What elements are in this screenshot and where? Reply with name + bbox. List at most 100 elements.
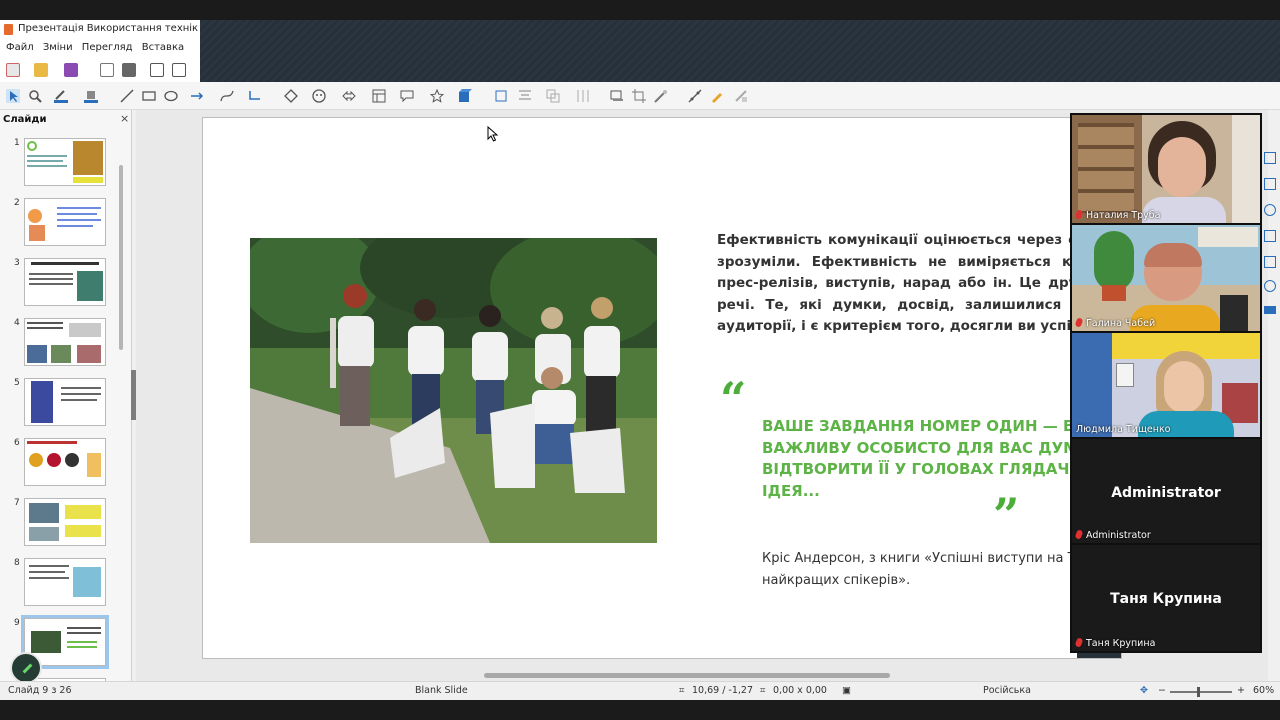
star-shapes-icon[interactable]: [430, 89, 444, 103]
participant-name: Наталия Труба: [1074, 209, 1160, 221]
connector-icon[interactable]: [248, 89, 262, 103]
close-pane-icon[interactable]: ×: [120, 112, 129, 125]
print-icon[interactable]: [122, 63, 136, 77]
slide-thumbnail-7[interactable]: [24, 498, 106, 546]
annotate-pen-button[interactable]: [10, 652, 42, 684]
fill-color-icon[interactable]: [84, 89, 98, 103]
rotate-icon[interactable]: [494, 89, 508, 103]
fit-slide-icon[interactable]: ✥: [1140, 685, 1148, 696]
menu-view[interactable]: Перегляд: [82, 38, 133, 58]
slide-number: 7: [14, 498, 20, 508]
open-folder-icon[interactable]: [34, 63, 48, 77]
master-slides-icon[interactable]: [1264, 230, 1276, 242]
opening-quote-mark: “: [720, 372, 747, 426]
zoom-slider-thumb[interactable]: [1197, 687, 1200, 697]
slide-number: 6: [14, 438, 20, 448]
object-size: 0,00 x 0,00: [773, 685, 827, 696]
arrange-icon[interactable]: [546, 89, 560, 103]
copy-icon[interactable]: [172, 63, 186, 77]
participant-tile[interactable]: Administrator Administrator: [1072, 439, 1260, 543]
shadow-icon[interactable]: [610, 89, 624, 103]
arrow-line-icon[interactable]: [190, 89, 204, 103]
export-pdf-icon[interactable]: [100, 63, 114, 77]
animation-icon[interactable]: [1264, 204, 1276, 216]
slide-layout-name: Blank Slide: [415, 685, 468, 696]
glue-points-icon[interactable]: [710, 89, 724, 103]
align-icon[interactable]: [518, 89, 532, 103]
curve-tool-icon[interactable]: [220, 89, 234, 103]
basic-shapes-icon[interactable]: [284, 89, 298, 103]
bottom-black-bar: [0, 700, 1280, 720]
participant-tile[interactable]: Наталия Труба: [1072, 115, 1260, 223]
properties-icon[interactable]: [1264, 152, 1276, 164]
slide-thumbnail-5[interactable]: [24, 378, 106, 426]
select-arrow-icon[interactable]: [6, 89, 20, 103]
slide-9[interactable]: Ефективність комунікації оцінюється чере…: [202, 117, 1122, 659]
slide-number: 5: [14, 378, 20, 388]
ellipse-tool-icon[interactable]: [164, 89, 178, 103]
muted-mic-icon: [1074, 637, 1084, 648]
participant-name: Галина Чабей: [1074, 317, 1155, 329]
participant-display-name: Таня Крупина: [1110, 591, 1222, 607]
points-icon[interactable]: [688, 89, 702, 103]
impress-app-icon: [4, 24, 13, 35]
symbol-shapes-icon[interactable]: [312, 89, 326, 103]
zoom-level[interactable]: 60%: [1253, 685, 1274, 696]
crop-icon[interactable]: [632, 89, 646, 103]
slide-thumbnail-1[interactable]: [24, 138, 106, 186]
navigator-icon[interactable]: [1264, 256, 1276, 268]
slide-number: 8: [14, 558, 20, 568]
styles-icon[interactable]: [1264, 306, 1276, 314]
filter-icon[interactable]: [654, 89, 668, 103]
save-icon[interactable]: [64, 63, 78, 77]
menu-file[interactable]: Файл: [6, 38, 34, 58]
line-color-icon[interactable]: [54, 89, 68, 103]
line-tool-icon[interactable]: [120, 89, 134, 103]
slide-thumbnail-8[interactable]: [24, 558, 106, 606]
top-black-bar: [0, 0, 1280, 20]
muted-mic-icon: [1074, 529, 1084, 540]
slide-horizontal-scrollbar[interactable]: [484, 673, 890, 678]
block-arrows-icon[interactable]: [342, 89, 356, 103]
gallery-icon[interactable]: [1264, 280, 1276, 292]
slide-quote-text: ВАШЕ ЗАВДАННЯ НОМЕР ОДИН — ВЗЯТИ ВАЖЛИВУ…: [762, 417, 1122, 500]
slide-body-text: Ефективність комунікації оцінюється чере…: [717, 232, 1122, 334]
participant-tile[interactable]: Таня Крупина Таня Крупина: [1072, 545, 1260, 651]
participant-name: Людмила Тищенко: [1076, 424, 1171, 435]
menu-edit[interactable]: Зміни: [43, 38, 73, 58]
status-bar: Слайд 9 з 26 Blank Slide ⌗ 10,69 / -1,27…: [0, 681, 1280, 700]
rectangle-tool-icon[interactable]: [142, 89, 156, 103]
slide-thumbnail-4[interactable]: [24, 318, 106, 366]
slide-thumbnail-3[interactable]: [24, 258, 106, 306]
position-icon: ⌗: [679, 685, 685, 696]
mouse-pointer-icon: [487, 126, 499, 142]
participant-name: Administrator: [1074, 529, 1151, 541]
language-status[interactable]: Російська: [983, 685, 1031, 696]
3d-objects-icon[interactable]: [458, 89, 472, 103]
slides-pane-scrollbar[interactable]: [119, 165, 123, 350]
screen: Презентація Використання технік ефект Фа…: [0, 0, 1280, 720]
cut-icon[interactable]: [150, 63, 164, 77]
new-document-icon[interactable]: [6, 63, 20, 77]
participant-tile[interactable]: Людмила Тищенко: [1072, 333, 1260, 437]
distribute-icon[interactable]: [576, 89, 590, 103]
slide-thumbnail-6[interactable]: [24, 438, 106, 486]
volunteers-group-photo: [250, 238, 657, 543]
screen-share-background: [200, 20, 1280, 82]
slide-transition-icon[interactable]: [1264, 178, 1276, 190]
zoom-icon[interactable]: [28, 89, 42, 103]
cursor-position: 10,69 / -1,27: [692, 685, 754, 696]
callout-icon[interactable]: [400, 89, 414, 103]
zoom-slider-track[interactable]: [1170, 691, 1232, 693]
zoom-in-button[interactable]: +: [1237, 685, 1245, 696]
zoom-out-button[interactable]: −: [1158, 685, 1166, 696]
slide-number: 4: [14, 318, 20, 328]
menu-insert[interactable]: Вставка: [142, 38, 184, 58]
slides-pane-title: Слайди: [3, 114, 47, 125]
participant-tile[interactable]: Галина Чабей: [1072, 225, 1260, 331]
flowchart-icon[interactable]: [372, 89, 386, 103]
toggle-extrusion-icon[interactable]: [734, 89, 748, 103]
slides-pane: Слайди × 1 2 3 4 5 6 7 8 9: [0, 110, 132, 688]
window-title: Презентація Використання технік ефект: [18, 23, 200, 34]
slide-thumbnail-2[interactable]: [24, 198, 106, 246]
